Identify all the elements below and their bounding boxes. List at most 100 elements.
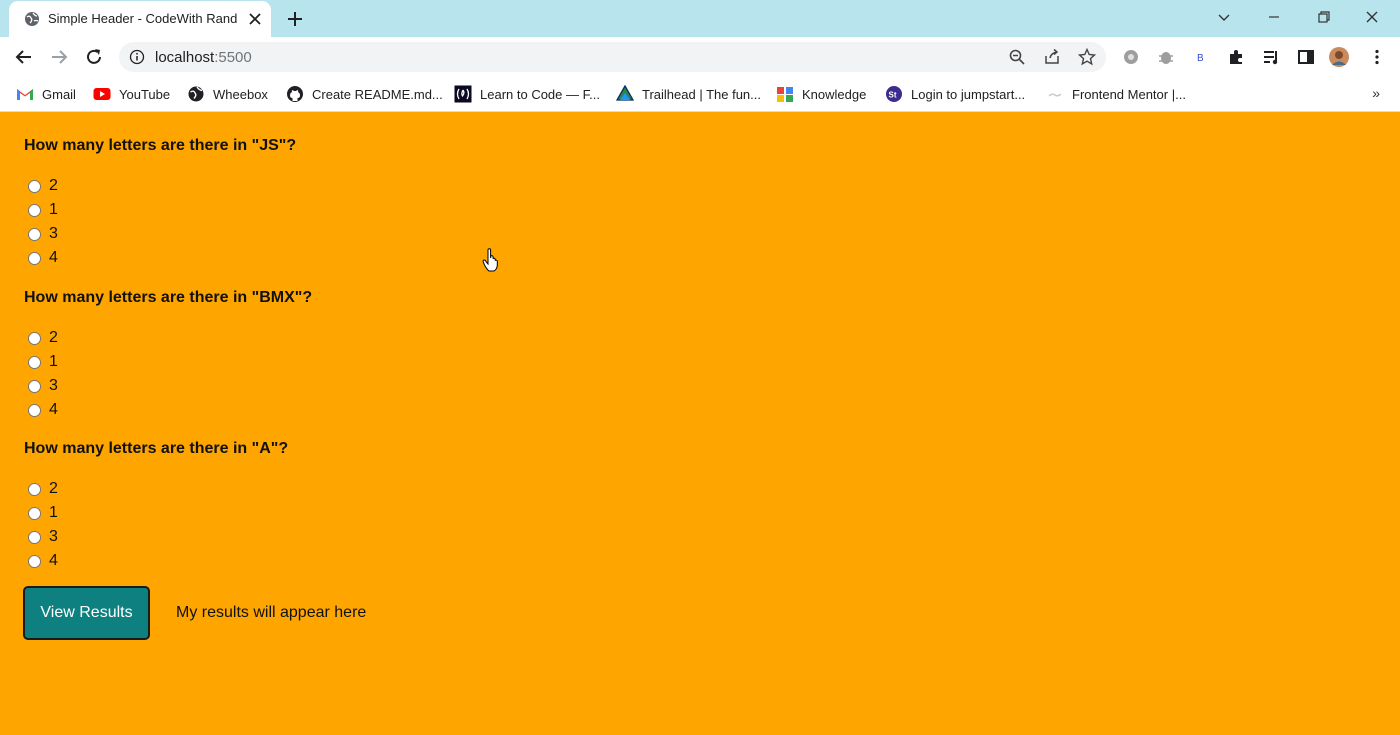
freecodecamp-icon (454, 85, 472, 103)
minimize-icon[interactable] (1266, 9, 1282, 25)
option-label: 3 (49, 377, 58, 394)
github-icon (287, 86, 303, 102)
extensions-puzzle-icon[interactable] (1227, 48, 1245, 66)
site-info-icon[interactable] (129, 49, 145, 65)
trailhead-icon (616, 85, 634, 101)
bookmark-label: Learn to Code — F... (480, 86, 600, 102)
bookmark-label: Wheebox (213, 86, 268, 102)
answer-option[interactable]: 4 (28, 551, 58, 571)
radio-button[interactable] (28, 179, 41, 193)
radio-button[interactable] (28, 482, 41, 496)
bookmark-knowledge[interactable]: Knowledge (776, 83, 866, 105)
question-title: How many letters are there in "JS"? (24, 137, 297, 154)
forward-arrow-icon[interactable] (49, 47, 69, 67)
radio-button[interactable] (28, 506, 41, 520)
radio-button[interactable] (28, 203, 41, 217)
hand-pointer-cursor-icon (482, 248, 498, 272)
frontend-mentor-icon (1048, 93, 1062, 97)
answer-option[interactable]: 3 (28, 376, 58, 396)
address-bar[interactable]: localhost:5500 (119, 42, 1106, 72)
option-label: 4 (49, 552, 58, 569)
reload-icon[interactable] (84, 47, 104, 67)
url-text[interactable]: localhost:5500 (155, 49, 252, 66)
bookmark-trailhead[interactable]: Trailhead | The fun... (616, 83, 761, 105)
answer-option[interactable]: 2 (28, 479, 58, 499)
url-port: :5500 (214, 49, 252, 66)
option-label: 1 (49, 353, 58, 370)
bookmark-label: Frontend Mentor |... (1072, 86, 1186, 102)
share-icon[interactable] (1043, 48, 1061, 66)
radio-button[interactable] (28, 403, 41, 417)
answer-option[interactable]: 2 (28, 176, 58, 196)
bookmark-freecodecamp[interactable]: Learn to Code — F... (454, 83, 600, 105)
view-results-button[interactable]: View Results (23, 586, 150, 640)
gmail-icon (17, 89, 33, 100)
radio-button[interactable] (28, 355, 41, 369)
option-label: 4 (49, 249, 58, 266)
tab-search-chevron-icon[interactable] (1216, 9, 1232, 25)
close-window-icon[interactable] (1364, 9, 1380, 25)
tab-title: Simple Header - CodeWith Rand (48, 11, 238, 26)
media-queue-icon[interactable] (1262, 48, 1280, 66)
profile-avatar[interactable] (1329, 47, 1349, 67)
bookmark-youtube[interactable]: YouTube (93, 83, 170, 105)
option-label: 2 (49, 480, 58, 497)
extension-gear-icon[interactable] (1122, 48, 1140, 66)
answer-option[interactable]: 4 (28, 400, 58, 420)
bookmark-label: Create README.md... (312, 86, 443, 102)
menu-kebab-icon[interactable] (1368, 48, 1386, 66)
bookmark-label: Trailhead | The fun... (642, 86, 761, 102)
radio-button[interactable] (28, 331, 41, 345)
url-host: localhost (155, 49, 215, 66)
answer-option[interactable]: 1 (28, 503, 58, 523)
globe-icon (25, 12, 39, 26)
radio-button[interactable] (28, 530, 41, 544)
jumpstart-icon: St (886, 86, 902, 102)
bookmark-label: Gmail (42, 86, 76, 102)
option-label: 2 (49, 329, 58, 346)
extension-bug-icon[interactable] (1157, 48, 1175, 66)
youtube-icon (93, 88, 111, 100)
answer-option[interactable]: 1 (28, 200, 58, 220)
browser-tab[interactable]: Simple Header - CodeWith Rand (9, 1, 271, 37)
back-arrow-icon[interactable] (14, 47, 34, 67)
close-tab-icon[interactable] (246, 10, 264, 28)
browser-toolbar: localhost:5500 B (0, 37, 1400, 77)
question-title: How many letters are there in "BMX"? (24, 289, 313, 306)
bookmark-star-icon[interactable] (1078, 48, 1096, 66)
zoom-icon[interactable] (1008, 48, 1026, 66)
bookmark-jumpstart[interactable]: St Login to jumpstart... (885, 83, 1025, 105)
option-label: 1 (49, 504, 58, 521)
answer-option[interactable]: 2 (28, 328, 58, 348)
answer-option[interactable]: 3 (28, 224, 58, 244)
svg-text:B: B (1197, 53, 1204, 64)
knowledge-icon (777, 87, 793, 102)
radio-button[interactable] (28, 227, 41, 241)
globe-icon (188, 86, 204, 102)
radio-button[interactable] (28, 251, 41, 265)
bookmarks-bar: Gmail YouTube Wheebox Create README.md..… (0, 77, 1400, 112)
bookmark-label: Knowledge (802, 86, 867, 102)
option-label: 2 (49, 177, 58, 194)
bookmark-label: Login to jumpstart... (911, 86, 1026, 102)
answer-option[interactable]: 4 (28, 248, 58, 268)
bookmark-label: YouTube (119, 86, 171, 102)
more-bookmarks-chevron-icon[interactable]: » (1372, 85, 1380, 101)
answer-option[interactable]: 3 (28, 527, 58, 547)
bookmark-frontend-mentor[interactable]: Frontend Mentor |... (1046, 83, 1186, 105)
bookmark-gmail[interactable]: Gmail (16, 83, 76, 105)
restore-icon[interactable] (1316, 9, 1332, 25)
results-output: My results will appear here (176, 604, 367, 621)
new-tab-icon[interactable] (285, 9, 305, 29)
bookmark-wheebox[interactable]: Wheebox (187, 83, 268, 105)
answer-option[interactable]: 1 (28, 352, 58, 372)
option-label: 1 (49, 201, 58, 218)
option-label: 4 (49, 401, 58, 418)
side-panel-icon[interactable] (1297, 48, 1315, 66)
extension-b-icon[interactable]: B (1192, 48, 1210, 66)
radio-button[interactable] (28, 379, 41, 393)
radio-button[interactable] (28, 554, 41, 568)
question-title: How many letters are there in "A"? (24, 440, 289, 457)
option-label: 3 (49, 528, 58, 545)
bookmark-github-readme[interactable]: Create README.md... (286, 83, 443, 105)
